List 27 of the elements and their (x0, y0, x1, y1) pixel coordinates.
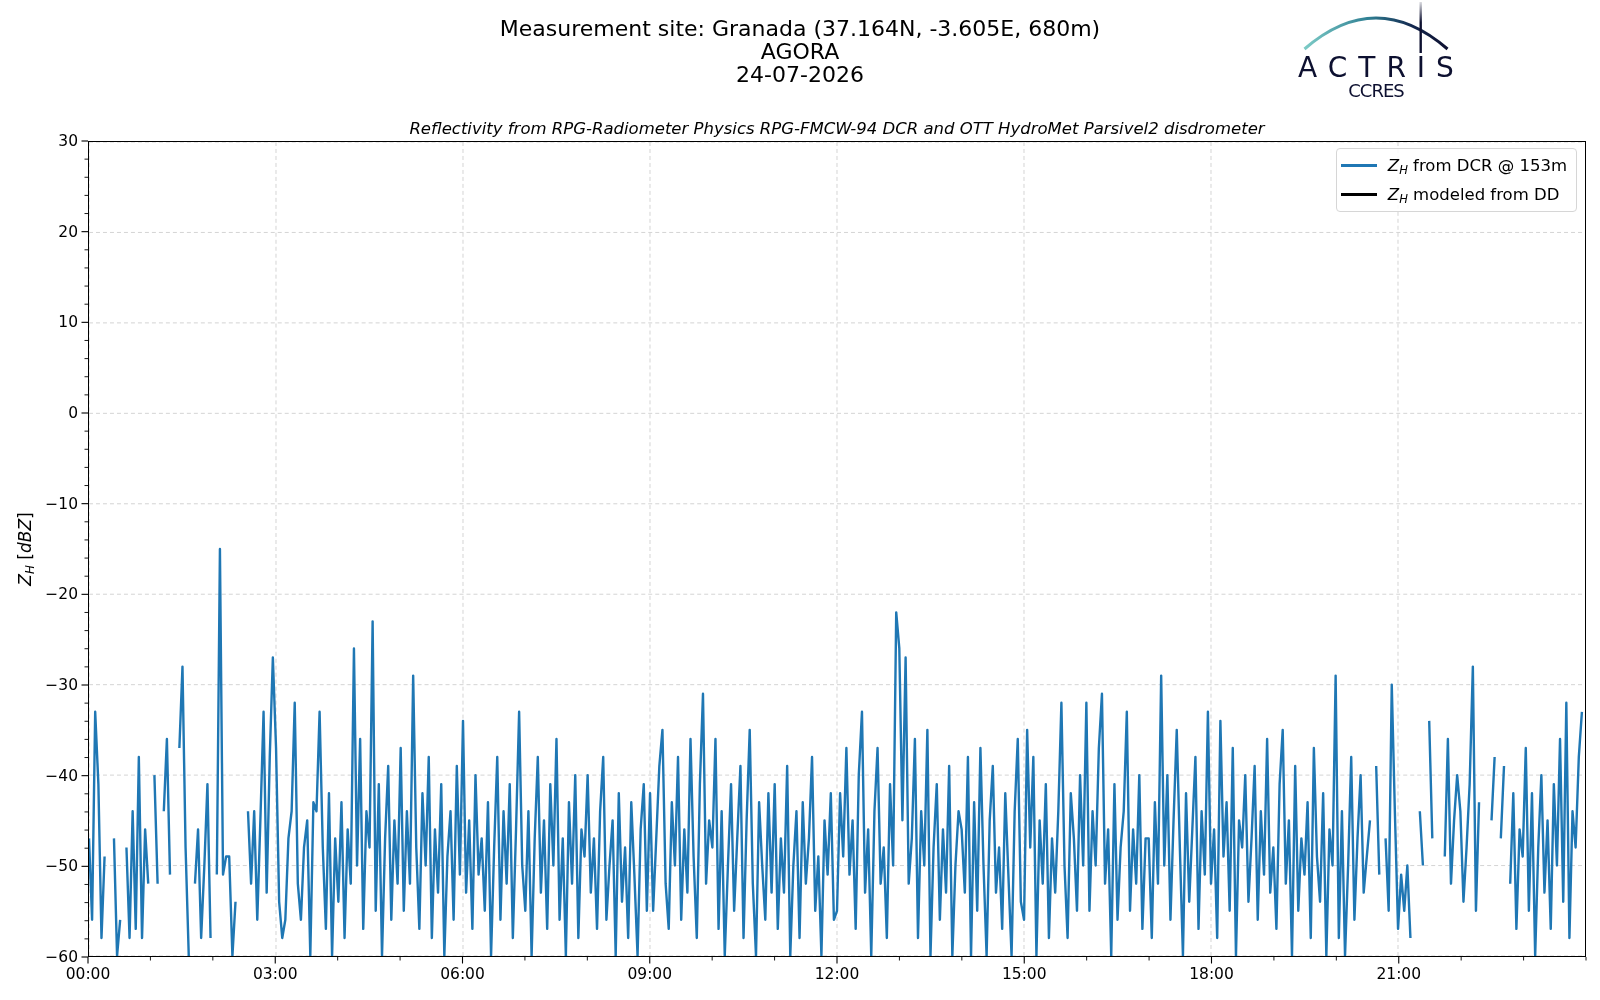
y-tick-label: −50 (45, 857, 78, 876)
logo-wordmark: ACTRIS (1298, 54, 1465, 82)
logo-arc-icon (1303, 2, 1449, 53)
x-tick-label: 21:00 (1376, 965, 1422, 983)
x-tick-label: 15:00 (1001, 965, 1047, 983)
y-tick-label: −60 (45, 948, 78, 966)
legend-label: Z$_{H}$ modeled from DD (1387, 184, 1560, 205)
x-tick-label: 00:00 (65, 965, 111, 983)
date-label: 24-07-2026 (736, 63, 864, 86)
logo-subtitle: CCRES (1348, 82, 1404, 100)
y-tick-label: −30 (45, 676, 78, 694)
y-tick-label: −20 (45, 585, 78, 604)
y-tick-label: 20 (58, 222, 78, 241)
y-tick-label: 0 (68, 404, 78, 422)
legend-label: Z$_{H}$ from DCR @ 153m (1387, 155, 1567, 176)
y-tick-label: −10 (45, 494, 78, 513)
y-tick-label: 30 (58, 132, 78, 150)
x-tick-label: 12:00 (814, 965, 860, 983)
y-tick-label: −40 (45, 766, 78, 785)
x-tick-label: 06:00 (440, 965, 485, 983)
x-tick-label: 18:00 (1189, 965, 1234, 983)
figure-title: Measurement site: Granada (37.164N, -3.605E, 680m) (499, 17, 1101, 40)
chart-title: Reflectivity from RPG-Radiometer Physics RPG-FMCW-94 DCR and OTT HydroMet Parsivel2 disdrometer (408, 118, 1267, 138)
y-tick-label: 10 (58, 313, 78, 332)
x-tick-label: 09:00 (627, 965, 673, 983)
x-tick-label: 03:00 (252, 965, 298, 983)
station-name: AGORA (760, 40, 840, 63)
